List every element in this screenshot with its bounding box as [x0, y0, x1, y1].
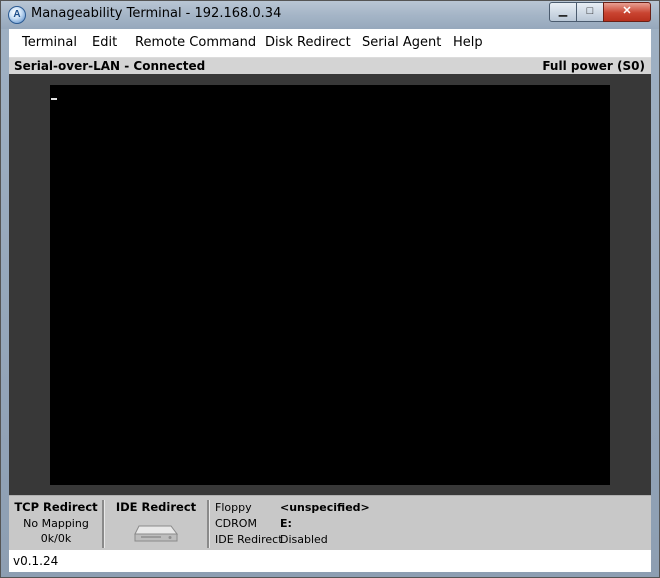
title-bar[interactable]: A Manageability Terminal - 192.168.0.34 …: [1, 1, 659, 29]
tcp-redirect-title[interactable]: TCP Redirect: [9, 500, 103, 514]
floppy-label: Floppy: [215, 501, 252, 514]
menu-terminal[interactable]: Terminal: [22, 35, 77, 50]
version-label: v0.1.24: [13, 554, 59, 568]
terminal-cursor: [51, 98, 57, 100]
disk-drive-icon[interactable]: [133, 518, 179, 544]
cdrom-value: E:: [280, 517, 292, 530]
status-line: Serial-over-LAN - Connected Full power (…: [9, 58, 651, 74]
power-status: Full power (S0): [542, 59, 645, 73]
tcp-mapping-status: No Mapping: [23, 517, 89, 530]
close-button[interactable]: ✕: [603, 2, 651, 22]
tcp-traffic: 0k/0k: [40, 532, 72, 545]
app-logo-icon[interactable]: A: [8, 6, 26, 24]
redirect-panel: TCP Redirect No Mapping 0k/0k IDE Redire…: [9, 495, 651, 550]
menu-serial-agent[interactable]: Serial Agent: [362, 35, 441, 50]
app-window: A Manageability Terminal - 192.168.0.34 …: [0, 0, 660, 578]
terminal-screen[interactable]: [50, 85, 610, 485]
menu-disk-redirect[interactable]: Disk Redirect: [265, 35, 351, 50]
ide-redirect-title[interactable]: IDE Redirect: [105, 500, 207, 514]
window-title: Manageability Terminal - 192.168.0.34: [31, 6, 282, 21]
menu-help[interactable]: Help: [453, 35, 483, 50]
panel-divider: [207, 500, 210, 548]
minimize-button[interactable]: ▁: [549, 2, 577, 22]
ide-redirect-value: Disabled: [280, 533, 328, 546]
menu-edit[interactable]: Edit: [92, 35, 117, 50]
maximize-button[interactable]: □: [576, 2, 604, 22]
floppy-value: <unspecified>: [280, 501, 370, 514]
cdrom-label: CDROM: [215, 517, 257, 530]
terminal-frame: [9, 74, 651, 495]
menu-remote-command[interactable]: Remote Command: [135, 35, 256, 50]
connection-status: Serial-over-LAN - Connected: [14, 59, 206, 73]
ide-redirect-label: IDE Redirect: [215, 533, 283, 546]
status-bar: v0.1.24: [9, 550, 651, 572]
menu-bar: Terminal Edit Remote Command Disk Redire…: [9, 29, 651, 58]
